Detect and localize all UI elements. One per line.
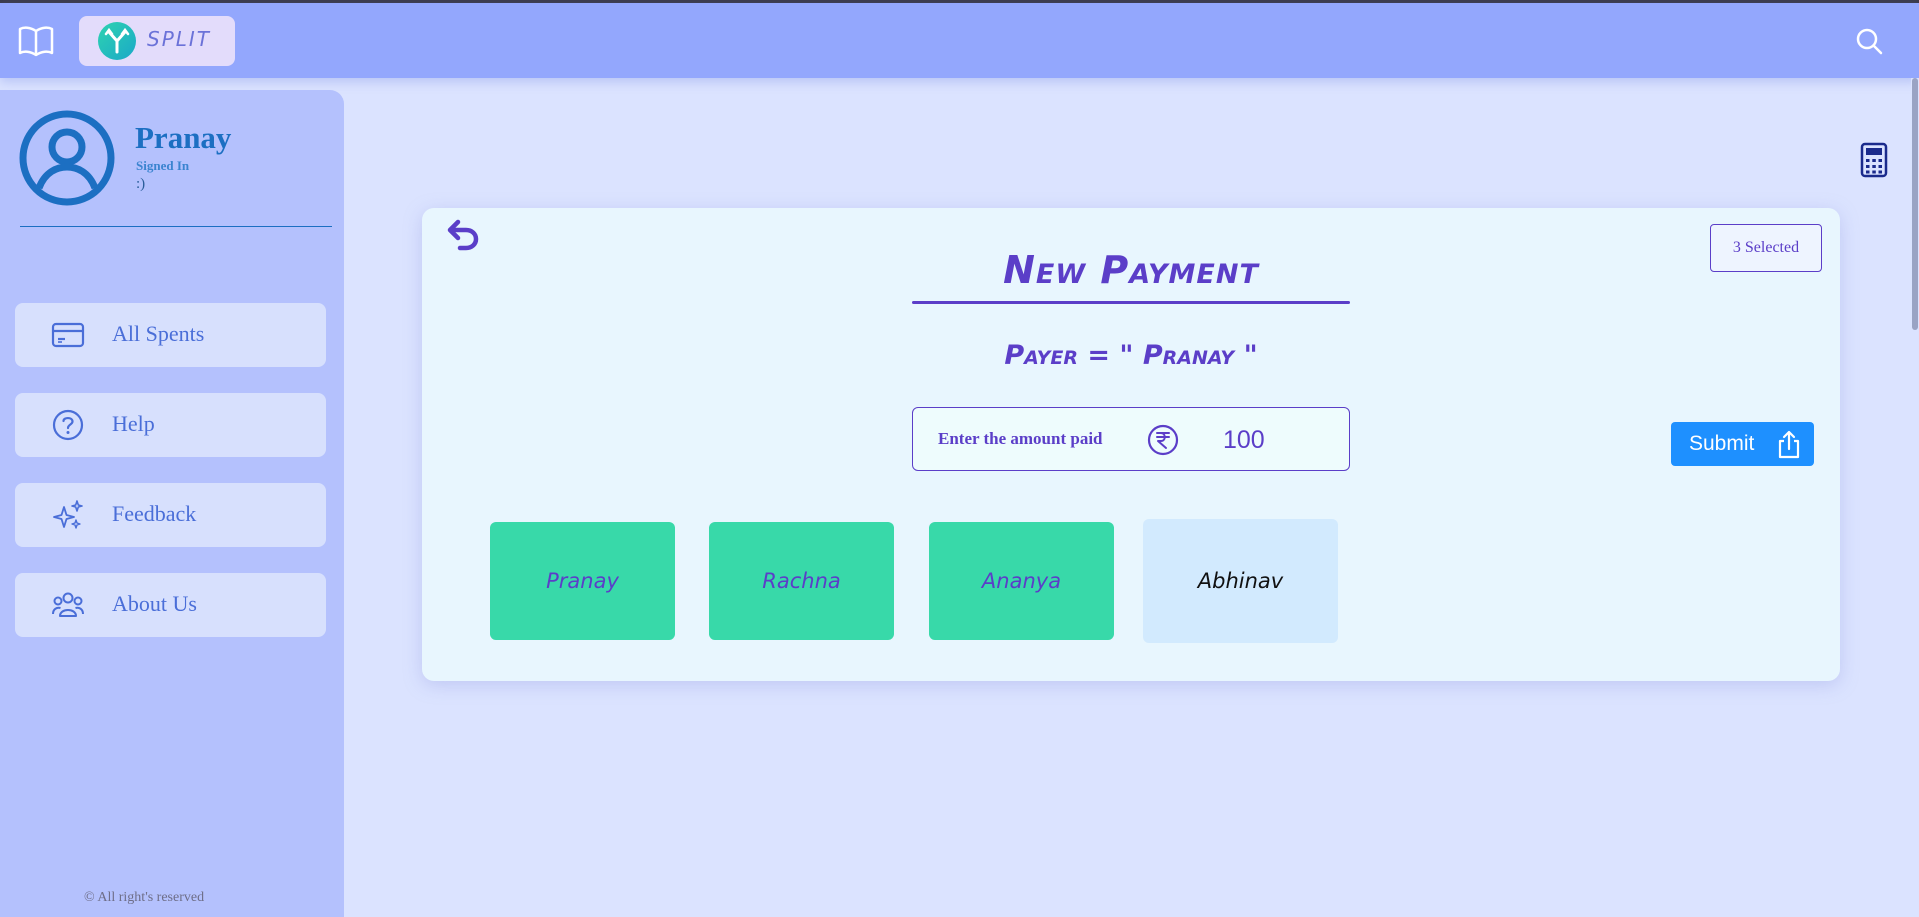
help-icon (52, 409, 84, 441)
navbar: SPLIT (0, 3, 1919, 78)
member-card-ananya[interactable]: Ananya (929, 522, 1114, 640)
sidebar-item-feedback[interactable]: Feedback (15, 483, 326, 547)
sparkles-icon (53, 500, 83, 529)
avatar-icon (19, 110, 115, 206)
scrollbar-thumb[interactable] (1912, 78, 1918, 330)
card-icon (51, 322, 85, 348)
submit-button[interactable]: Submit (1671, 422, 1814, 466)
member-card-pranay[interactable]: Pranay (490, 522, 675, 640)
user-tagline: :) (136, 176, 146, 192)
sidebar-item-label: About Us (112, 591, 197, 616)
app-logo-text: SPLIT (147, 27, 212, 51)
payer-label: Payer = " Pranay " (1004, 340, 1258, 371)
amount-label: Enter the amount paid (938, 429, 1103, 448)
sidebar: Pranay Signed In :) All Spents Help Feed… (0, 90, 344, 917)
amount-field: Enter the amount paid (912, 407, 1350, 471)
app-logo[interactable]: SPLIT (79, 16, 235, 66)
selected-count-badge: 3 Selected (1710, 224, 1822, 272)
people-icon (52, 592, 84, 617)
book-icon[interactable] (18, 25, 54, 57)
back-arrow-icon[interactable] (446, 218, 480, 252)
submit-label: Submit (1689, 432, 1755, 455)
sidebar-divider (20, 226, 332, 227)
share-icon (1778, 430, 1800, 459)
title-underline (912, 301, 1350, 304)
sidebar-item-all-spents[interactable]: All Spents (15, 303, 326, 367)
search-icon[interactable] (1855, 27, 1883, 55)
rupee-icon (1147, 424, 1179, 456)
member-card-rachna[interactable]: Rachna (709, 522, 894, 640)
member-card-abhinav[interactable]: Abhinav (1143, 519, 1338, 643)
split-logo-icon (98, 22, 136, 60)
amount-input[interactable] (1193, 420, 1333, 460)
sidebar-item-label: All Spents (112, 321, 205, 346)
user-status: Signed In (136, 158, 190, 173)
page-title: New Payment (1003, 248, 1259, 292)
sidebar-item-help[interactable]: Help (15, 393, 326, 457)
calculator-icon[interactable] (1860, 142, 1888, 178)
sidebar-item-label: Feedback (112, 501, 197, 526)
new-payment-card: 3 Selected New Payment Payer = " Pranay … (422, 208, 1840, 681)
copyright-text: © All right's reserved (84, 890, 205, 905)
user-name: Pranay (135, 120, 232, 155)
sidebar-item-about-us[interactable]: About Us (15, 573, 326, 637)
sidebar-item-label: Help (112, 411, 155, 436)
